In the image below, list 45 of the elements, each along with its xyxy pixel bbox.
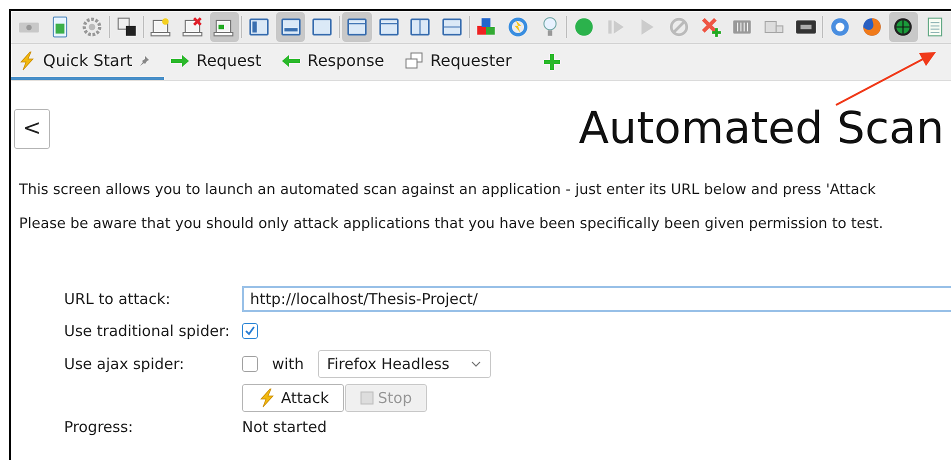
tab[interactable]: Quick Start	[11, 44, 164, 80]
stop-icon	[360, 390, 374, 405]
bottom-panel-layout-button[interactable]	[276, 12, 306, 42]
laptop-bulb-icon	[150, 16, 172, 38]
chevron-down-icon	[470, 360, 482, 368]
page-title: Automated Scan	[578, 103, 944, 154]
globe-icon	[860, 16, 883, 38]
help-icon	[829, 16, 852, 38]
rows-icon	[440, 16, 463, 38]
checkbox[interactable]	[242, 356, 258, 372]
bottom-panel-layout-icon	[280, 16, 302, 38]
target-icon	[892, 16, 914, 38]
description-text: Please be aware that you should only attack applications that you have been specifically been given permission to test.	[19, 216, 884, 234]
windows-icon	[404, 50, 424, 70]
window-top-button[interactable]	[342, 12, 372, 42]
laptop-cross-icon	[182, 16, 204, 38]
progress-status: Not started	[242, 418, 328, 436]
field-label: Progress:	[64, 418, 134, 436]
snapshot-icon	[116, 16, 138, 38]
browser-dropdown[interactable]: Firefox Headless	[318, 350, 490, 378]
start-icon	[573, 16, 596, 38]
tab[interactable]: Response	[275, 44, 398, 80]
refresh-icon	[506, 16, 529, 38]
laptop-chip-button[interactable]	[210, 12, 240, 42]
window-icon	[311, 16, 334, 38]
window-top-icon	[346, 16, 368, 38]
with-label: with	[272, 354, 304, 373]
window-tabs-icon	[378, 16, 400, 38]
field-label: URL to attack:	[64, 290, 172, 308]
cross-plus-icon	[700, 16, 722, 38]
url-field[interactable]: http://localhost/Thesis-Project/	[242, 286, 951, 312]
plus-icon	[542, 52, 562, 72]
ban-icon	[668, 16, 690, 38]
tab[interactable]: Requester	[398, 44, 526, 80]
back-button[interactable]: <	[14, 108, 50, 148]
tab[interactable]: Request	[164, 44, 276, 80]
field-label: Use ajax spider:	[64, 354, 186, 373]
field-label: Use traditional spider:	[64, 322, 231, 340]
description-text: This screen allows you to launch an automated scan against an application - just enter its URL below and press 'Attack	[19, 182, 877, 200]
checkbox[interactable]	[242, 322, 258, 339]
columns-icon	[409, 16, 432, 38]
attack-button[interactable]: Attack	[242, 384, 344, 412]
panel-layout-icon	[248, 16, 270, 38]
settings-icon	[81, 16, 104, 38]
target-button[interactable]	[888, 12, 918, 42]
